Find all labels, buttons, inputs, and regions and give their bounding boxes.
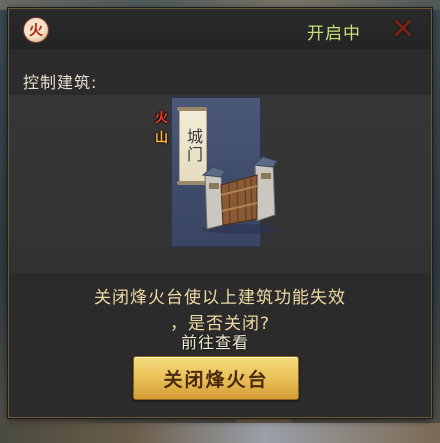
close-beacon-button[interactable]: 关闭烽火台	[133, 356, 299, 400]
confirm-message-line2: ，是否关闭?	[169, 314, 271, 334]
status-label: 开启中	[307, 24, 361, 44]
dialog-header: 火 开启中 ✕	[9, 9, 431, 49]
fire-element-icon: 火	[23, 17, 49, 43]
confirm-message-line1: 关闭烽火台使以上建筑功能失效	[94, 288, 346, 308]
fire-tag: 火	[155, 111, 169, 126]
city-gate-icon	[201, 156, 279, 234]
beacon-dialog: 火 开启中 ✕ 控制建筑: 火 山 城门 前往查看 关闭烽火台使以上建筑功能失效…	[8, 8, 432, 418]
close-icon[interactable]: ✕	[388, 15, 418, 45]
building-area: 火 山 城门 前往查看	[9, 95, 431, 352]
map-strip-bottom	[0, 423, 440, 443]
mountain-tag: 山	[155, 131, 169, 146]
confirm-message: 关闭烽火台使以上建筑功能失效 ，是否关闭?	[9, 285, 431, 337]
controlled-buildings-label: 控制建筑:	[23, 73, 98, 92]
